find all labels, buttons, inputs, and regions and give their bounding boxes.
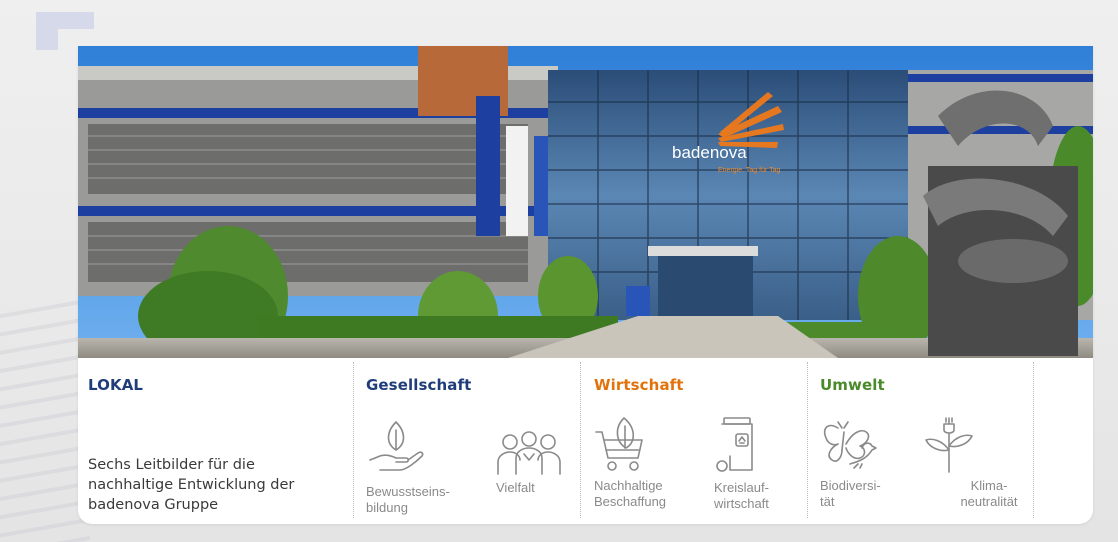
item-label: Kreislauf- wirtschaft <box>714 480 769 511</box>
column-divider <box>353 362 354 518</box>
item-label: Bewusstseins- bildung <box>366 484 450 515</box>
cart-leaf-icon <box>595 417 643 471</box>
item-label: Biodiversi- tät <box>820 478 881 509</box>
people-group-icon <box>497 431 561 475</box>
headquarters-photo: badenova Energie. Tag für Tag <box>78 46 1093 358</box>
recycle-bin-icon <box>716 417 753 472</box>
item-label: Nachhaltige Beschaffung <box>594 478 667 509</box>
sign-brand-text: badenova <box>672 143 747 162</box>
sustainability-principles: LOKAL Gesellschaft Wirtschaft Umwelt Sec… <box>78 358 1093 524</box>
hand-leaf-icon <box>369 421 424 471</box>
category-gesellschaft-title: Gesellschaft <box>366 376 472 394</box>
item-label: Vielfalt <box>496 480 535 495</box>
tagline: Sechs Leitbilder für die nachhaltige Ent… <box>88 457 295 513</box>
item-biodiversitaet: Biodiversi- tät <box>820 420 930 510</box>
plant-plug-icon <box>925 417 973 473</box>
sign-slogan-text: Energie. Tag für Tag <box>718 167 781 174</box>
item-klimaneutralitaet: Klima- neutralität <box>924 416 1034 510</box>
sustainability-card: badenova Energie. Tag für Tag LOKAL Gese… <box>78 46 1093 524</box>
category-lokal-title: LOKAL <box>88 376 144 394</box>
item-vielfalt: Vielfalt <box>496 430 606 496</box>
category-umwelt-title: Umwelt <box>820 376 885 394</box>
category-wirtschaft-title: Wirtschaft <box>594 376 684 394</box>
item-kreislaufwirtschaft: Kreislauf- wirtschaft <box>714 416 824 512</box>
butterfly-bird-icon <box>823 421 877 469</box>
item-bewusstseinsbildung: Bewusstseins- bildung <box>366 416 476 516</box>
item-label: Klima- neutralität <box>960 478 1018 509</box>
corner-logo-mark <box>36 12 94 50</box>
item-nachhaltige-beschaffung: Nachhaltige Beschaffung <box>594 414 704 510</box>
